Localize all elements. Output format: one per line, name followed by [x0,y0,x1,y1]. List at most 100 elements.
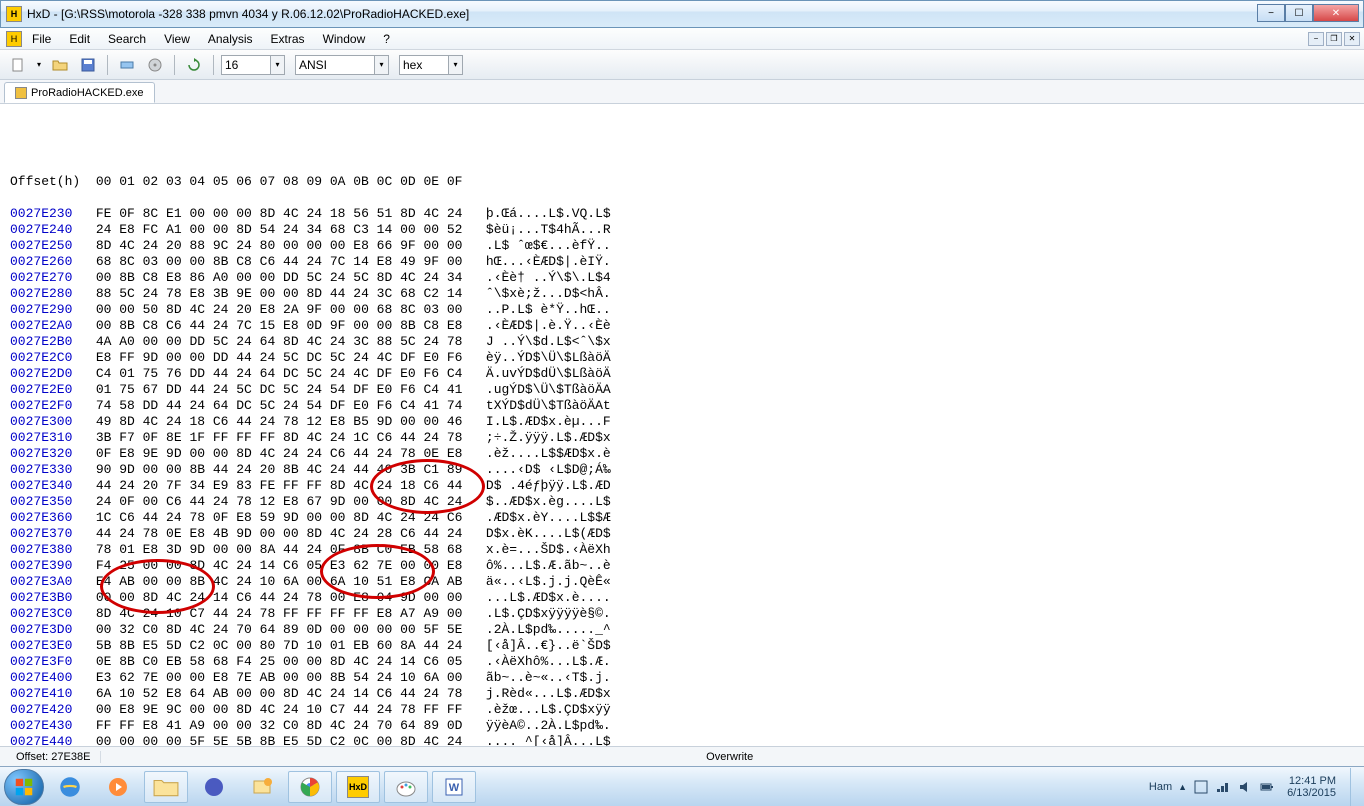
taskbar-explorer[interactable] [144,771,188,803]
menubar: H File Edit Search View Analysis Extras … [0,28,1364,50]
mdi-restore-button[interactable]: ❐ [1326,32,1342,46]
titlebar: H HxD - [G:\RSS\motorola -328 338 pmvn 4… [0,0,1364,28]
hex-row[interactable]: 0027E250 8D 4C 24 20 88 9C 24 80 00 00 0… [10,238,1354,254]
bytes-per-row-dropdown[interactable]: ▾ [271,55,285,75]
clock-time: 12:41 PM [1287,775,1336,787]
charset-dropdown[interactable]: ▾ [375,55,389,75]
hex-row[interactable]: 0027E300 49 8D 4C 24 18 C6 44 24 78 12 E… [10,414,1354,430]
hex-row[interactable]: 0027E3F0 0E 8B C0 EB 58 68 F4 25 00 00 8… [10,654,1354,670]
minimize-button[interactable]: − [1257,4,1285,22]
menu-view[interactable]: View [156,30,198,48]
hex-row[interactable]: 0027E2C0 E8 FF 9D 00 00 DD 44 24 5C DC 5… [10,350,1354,366]
language-label[interactable]: Ham [1149,781,1172,793]
hex-row[interactable]: 0027E3B0 00 00 8D 4C 24 14 C6 44 24 78 0… [10,590,1354,606]
hex-view[interactable]: Offset(h) 00 01 02 03 04 05 06 07 08 09 … [0,104,1364,746]
bytes-per-row-input[interactable] [221,55,271,75]
hex-row[interactable]: 0027E370 44 24 78 0E E8 4B 9D 00 00 8D 4… [10,526,1354,542]
hex-row[interactable]: 0027E3A0 E4 AB 00 00 8B 4C 24 10 6A 00 6… [10,574,1354,590]
hex-row[interactable]: 0027E320 0F E8 9E 9D 00 00 8D 4C 24 24 C… [10,446,1354,462]
hex-row[interactable]: 0027E430 FF FF E8 41 A9 00 00 32 C0 8D 4… [10,718,1354,734]
charset-select[interactable] [295,55,375,75]
hex-row[interactable]: 0027E3D0 00 32 C0 8D 4C 24 70 64 89 0D 0… [10,622,1354,638]
taskbar-media[interactable] [96,771,140,803]
mdi-close-button[interactable]: ✕ [1344,32,1360,46]
hex-row[interactable]: 0027E2F0 74 58 DD 44 24 64 DC 5C 24 54 D… [10,398,1354,414]
tab-bar: ProRadioHACKED.exe [0,80,1364,104]
status-bar: Offset: 27E38E Overwrite [0,746,1364,766]
clock[interactable]: 12:41 PM 6/13/2015 [1281,773,1342,801]
hex-header: Offset(h) 00 01 02 03 04 05 06 07 08 09 … [10,174,1354,190]
chevron-up-icon[interactable]: ▲ [1178,782,1187,792]
refresh-button[interactable] [182,54,206,76]
hex-row[interactable]: 0027E230 FE 0F 8C E1 00 00 00 8D 4C 24 1… [10,206,1354,222]
window-title: HxD - [G:\RSS\motorola -328 338 pmvn 403… [27,7,1257,21]
menu-file[interactable]: File [24,30,59,48]
hex-row[interactable]: 0027E390 F4 25 00 00 8D 4C 24 14 C6 05 E… [10,558,1354,574]
close-button[interactable]: ✕ [1313,4,1359,22]
hex-row[interactable]: 0027E2D0 C4 01 75 76 DD 44 24 64 DC 5C 2… [10,366,1354,382]
battery-icon[interactable] [1259,779,1275,795]
menu-window[interactable]: Window [315,30,374,48]
status-offset: Offset: 27E38E [6,751,101,763]
taskbar-firefox[interactable] [192,771,236,803]
hex-row[interactable]: 0027E420 00 E8 9E 9C 00 00 8D 4C 24 10 C… [10,702,1354,718]
hex-row[interactable]: 0027E380 78 01 E8 3D 9D 00 00 8A 44 24 0… [10,542,1354,558]
app-icon: H [6,6,22,22]
hex-row[interactable]: 0027E2A0 00 8B C8 C6 44 24 7C 15 E8 0D 9… [10,318,1354,334]
menu-extras[interactable]: Extras [263,30,313,48]
hex-row[interactable]: 0027E260 68 8C 03 00 00 8B C8 C6 44 24 7… [10,254,1354,270]
maximize-button[interactable]: ☐ [1285,4,1313,22]
tab-file[interactable]: ProRadioHACKED.exe [4,82,155,103]
hex-row[interactable]: 0027E270 00 8B C8 E8 86 A0 00 00 DD 5C 2… [10,270,1354,286]
mdi-minimize-button[interactable]: − [1308,32,1324,46]
hex-row[interactable]: 0027E360 1C C6 44 24 78 0F E8 59 9D 00 0… [10,510,1354,526]
hex-row[interactable]: 0027E2B0 4A A0 00 00 DD 5C 24 64 8D 4C 2… [10,334,1354,350]
open-ram-button[interactable] [115,54,139,76]
menu-edit[interactable]: Edit [61,30,98,48]
hex-row[interactable]: 0027E290 00 00 50 8D 4C 24 20 E8 2A 9F 0… [10,302,1354,318]
taskbar-paint[interactable] [384,771,428,803]
status-mode: Overwrite [696,751,763,763]
menu-search[interactable]: Search [100,30,154,48]
hex-row[interactable]: 0027E240 24 E8 FC A1 00 00 8D 54 24 34 6… [10,222,1354,238]
numberbase-select[interactable] [399,55,449,75]
new-dropdown[interactable]: ▾ [34,54,44,76]
menu-help[interactable]: ? [375,30,398,48]
menu-app-icon[interactable]: H [6,31,22,47]
volume-icon[interactable] [1237,779,1253,795]
numberbase-dropdown[interactable]: ▾ [449,55,463,75]
hex-row[interactable]: 0027E440 00 00 00 00 5F 5E 5B 8B E5 5D C… [10,734,1354,746]
start-button[interactable] [4,769,44,805]
open-disk-button[interactable] [143,54,167,76]
new-button[interactable] [6,54,30,76]
hex-row[interactable]: 0027E3E0 5B 8B E5 5D C2 0C 00 80 7D 10 0… [10,638,1354,654]
taskbar-word[interactable]: W [432,771,476,803]
toolbar: ▾ ▾ ▾ ▾ [0,50,1364,80]
tab-label: ProRadioHACKED.exe [31,87,144,99]
hex-row[interactable]: 0027E330 90 9D 00 00 8B 44 24 20 8B 4C 2… [10,462,1354,478]
taskbar: HxD W Ham ▲ 12:41 PM 6/13/2015 [0,766,1364,806]
taskbar-chrome[interactable] [288,771,332,803]
separator [174,55,175,75]
hex-row[interactable]: 0027E280 88 5C 24 78 E8 3B 9E 00 00 8D 4… [10,286,1354,302]
hex-row[interactable]: 0027E410 6A 10 52 E8 64 AB 00 00 8D 4C 2… [10,686,1354,702]
clock-date: 6/13/2015 [1287,787,1336,799]
hex-row[interactable]: 0027E350 24 0F 00 C6 44 24 78 12 E8 67 9… [10,494,1354,510]
hex-row[interactable]: 0027E400 E3 62 7E 00 00 E8 7E AB 00 00 8… [10,670,1354,686]
menu-analysis[interactable]: Analysis [200,30,261,48]
separator [107,55,108,75]
action-center-icon[interactable] [1193,779,1209,795]
hex-row[interactable]: 0027E3C0 8D 4C 24 10 C7 44 24 78 FF FF F… [10,606,1354,622]
save-button[interactable] [76,54,100,76]
file-icon [15,87,27,99]
hex-row[interactable]: 0027E2E0 01 75 67 DD 44 24 5C DC 5C 24 5… [10,382,1354,398]
hex-row[interactable]: 0027E310 3B F7 0F 8E 1F FF FF FF 8D 4C 2… [10,430,1354,446]
hex-row[interactable]: 0027E340 44 24 20 7F 34 E9 83 FE FF FF 8… [10,478,1354,494]
taskbar-ie[interactable] [48,771,92,803]
network-icon[interactable] [1215,779,1231,795]
taskbar-outlook[interactable] [240,771,284,803]
show-desktop-button[interactable] [1350,768,1360,806]
separator [213,55,214,75]
taskbar-hxd[interactable]: HxD [336,771,380,803]
open-button[interactable] [48,54,72,76]
